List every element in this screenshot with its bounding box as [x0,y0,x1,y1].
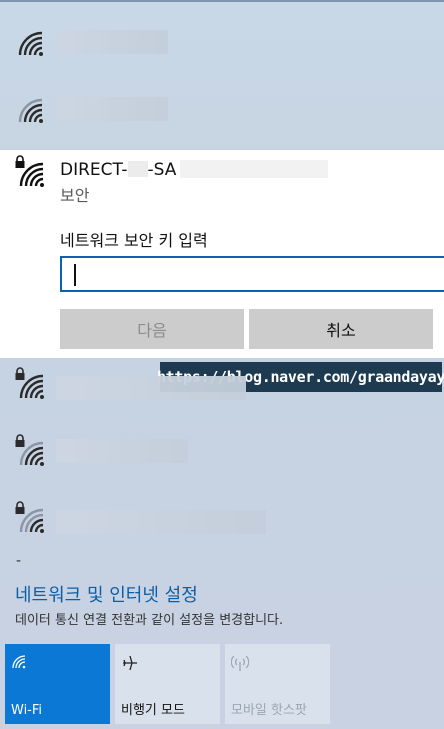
security-key-input[interactable] [60,256,444,292]
network-settings-description: 데이터 통신 연결 전환과 같이 설정을 변경합니다. [15,613,284,628]
expanded-network-panel: DIRECT- -SA 보안 네트워크 보안 키 입력 다음 취소 [0,150,444,358]
wifi-icon [12,655,26,669]
airplane-icon [123,655,137,671]
tile-label: 비행기 모드 [121,703,185,718]
next-button[interactable]: 다음 [60,309,244,349]
network-flyout: DIRECT- -SA 보안 네트워크 보안 키 입력 다음 취소 https:/… [0,0,444,729]
network-list-item[interactable] [0,492,444,548]
network-ssid: DIRECT- -SA [60,160,329,180]
cancel-button[interactable]: 취소 [249,309,433,349]
flyout-top-border [0,0,444,2]
divider-mark: - [16,553,22,569]
wifi-signal-icon [19,374,44,399]
wifi-signal-icon [19,508,44,533]
mobile-hotspot-tile[interactable]: 모바일 핫스팟 [225,644,330,724]
ssid-redacted [127,161,148,177]
wifi-signal-icon [19,162,44,187]
network-list-item[interactable] [0,15,444,71]
ssid-redacted [180,160,329,178]
ssid-prefix: DIRECT- [60,160,128,180]
key-prompt-label: 네트워크 보안 키 입력 [60,231,208,250]
tile-label: Wi-Fi [11,703,43,718]
text-caret [74,264,76,286]
ssid-redacted [56,439,188,463]
wifi-toggle-tile[interactable]: Wi-Fi [5,644,110,724]
airplane-mode-tile[interactable]: 비행기 모드 [115,644,220,724]
wifi-signal-icon [19,441,44,466]
wifi-signal-icon [18,98,43,123]
network-list-item[interactable] [0,425,444,481]
hotspot-icon [231,655,249,671]
wifi-signal-icon [18,31,43,56]
network-settings-link[interactable]: 네트워크 및 인터넷 설정 [15,581,198,607]
security-status: 보안 [60,186,90,205]
ssid-redacted [56,376,246,400]
network-list-item[interactable] [0,82,444,138]
ssid-redacted [56,510,266,534]
ssid-redacted [56,30,168,54]
network-list-item[interactable] [0,358,444,414]
ssid-suffix: -SA [147,160,177,180]
tile-label: 모바일 핫스팟 [231,703,307,718]
ssid-redacted [56,97,168,121]
